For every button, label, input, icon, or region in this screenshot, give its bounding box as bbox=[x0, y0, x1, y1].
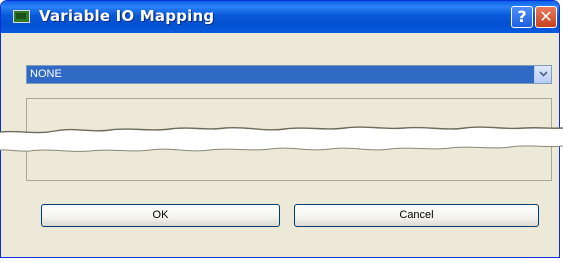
title-bar[interactable]: Variable IO Mapping ? ✕ bbox=[1, 1, 559, 33]
cancel-button[interactable]: Cancel bbox=[294, 204, 539, 227]
mapping-dropdown[interactable]: NONE bbox=[26, 65, 552, 84]
close-button[interactable]: ✕ bbox=[535, 6, 557, 28]
chevron-down-icon bbox=[539, 71, 548, 77]
dropdown-button[interactable] bbox=[534, 66, 551, 83]
close-icon: ✕ bbox=[539, 7, 553, 26]
help-icon: ? bbox=[517, 7, 527, 26]
mapping-dropdown-value: NONE bbox=[30, 68, 62, 80]
torn-edge-divider bbox=[0, 126, 563, 152]
dialog-title: Variable IO Mapping bbox=[39, 7, 215, 25]
app-icon bbox=[13, 10, 30, 23]
help-button[interactable]: ? bbox=[511, 6, 533, 28]
ok-button[interactable]: OK bbox=[41, 204, 280, 227]
